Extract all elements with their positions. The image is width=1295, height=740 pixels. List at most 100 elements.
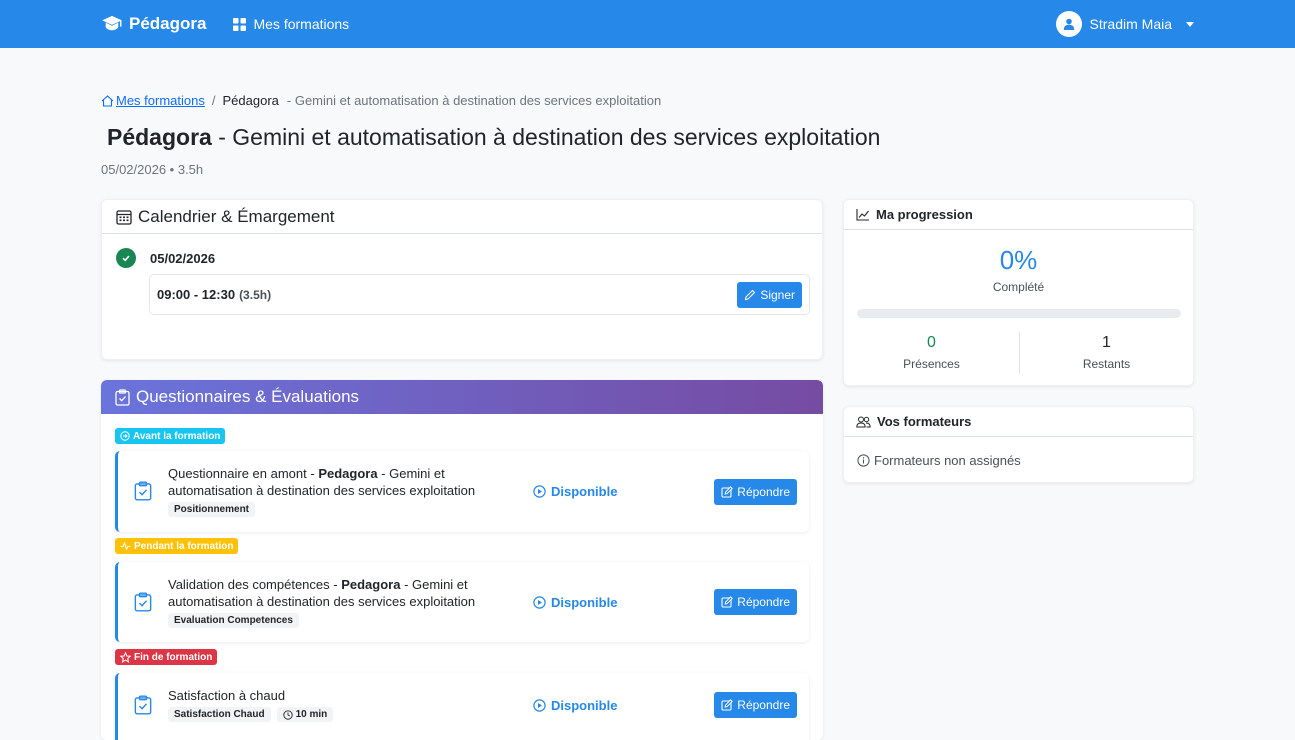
respond-button[interactable]: Répondre bbox=[714, 479, 797, 505]
star-icon bbox=[120, 651, 131, 663]
line-chart-icon bbox=[856, 209, 869, 221]
quiz-item-time-tag: 10 min bbox=[276, 707, 334, 722]
play-circle-icon bbox=[533, 699, 546, 712]
trainers-title: Vos formateurs bbox=[877, 414, 972, 429]
quiz-item-title: Questionnaire en amont - Pedagora - Gemi… bbox=[168, 465, 513, 499]
nav-mes-formations[interactable]: Mes formations bbox=[233, 16, 349, 32]
respond-button-label: Répondre bbox=[737, 698, 790, 712]
trainers-empty-label: Formateurs non assignés bbox=[874, 453, 1021, 468]
page-meta: 05/02/2026 • 3.5h bbox=[101, 162, 204, 177]
user-icon bbox=[1063, 18, 1074, 30]
user-name: Stradim Maia bbox=[1089, 16, 1172, 32]
quiz-item-status: Disponible bbox=[533, 484, 617, 499]
progress-bar bbox=[857, 309, 1181, 318]
progress-title: Ma progression bbox=[876, 207, 973, 222]
check-circle-icon bbox=[116, 248, 136, 268]
brand-name: Pédagora bbox=[129, 14, 207, 33]
breadcrumb-separator: / bbox=[211, 93, 216, 108]
activity-icon bbox=[120, 541, 131, 551]
quiz-item-status-label: Disponible bbox=[551, 698, 618, 713]
quiz-item-status: Disponible bbox=[533, 698, 617, 713]
calendar-header: Calendrier & Émargement bbox=[102, 200, 822, 234]
chevron-down-icon bbox=[1186, 21, 1194, 27]
calendar-icon bbox=[116, 209, 132, 225]
quiz-item-tag: Positionnement bbox=[168, 502, 256, 517]
quiz-item-title-bold: Pedagora bbox=[318, 466, 378, 481]
info-circle-icon bbox=[857, 454, 870, 467]
user-menu[interactable]: Stradim Maia bbox=[1055, 11, 1194, 37]
session-date: 05/02/2026 bbox=[116, 248, 215, 268]
stat-presences: 0 Présences bbox=[844, 334, 1019, 371]
quiz-item-title: Validation des compétences - Pedagora - … bbox=[168, 576, 513, 610]
quiz-item-status: Disponible bbox=[533, 595, 617, 610]
people-icon bbox=[856, 416, 871, 427]
session-date-label: 05/02/2026 bbox=[150, 250, 216, 266]
trainers-card: Vos formateurs Formateurs non assignés bbox=[843, 406, 1194, 483]
respond-button[interactable]: Répondre bbox=[714, 589, 797, 615]
quiz-item-tags: Satisfaction Chaud 10 min bbox=[168, 707, 334, 722]
grid-icon bbox=[233, 17, 247, 31]
slot-duration: (3.5h) bbox=[239, 287, 272, 302]
home-icon bbox=[101, 94, 114, 107]
progress-header: Ma progression bbox=[844, 200, 1193, 230]
clipboard-check-icon bbox=[134, 695, 152, 715]
breadcrumb-rest: - Gemini et automatisation à destination… bbox=[286, 93, 662, 108]
edit-icon bbox=[721, 596, 734, 608]
play-circle-icon bbox=[533, 596, 546, 609]
quiz-item-time: 10 min bbox=[295, 709, 328, 720]
quiz-item-title-bold: Pedagora bbox=[341, 577, 401, 592]
breadcrumb-current: Pédagora bbox=[222, 93, 279, 108]
trainers-header: Vos formateurs bbox=[844, 407, 1193, 437]
play-circle-icon bbox=[533, 485, 546, 498]
page-title-brand: Pédagora bbox=[107, 124, 212, 150]
progress-percent: 0% bbox=[999, 245, 1038, 275]
quiz-item-title-a: Validation des compétences - bbox=[168, 577, 342, 592]
stat-remaining: 1 Restants bbox=[1019, 334, 1193, 371]
arrow-right-circle-icon bbox=[120, 431, 130, 441]
breadcrumb-home-link[interactable]: Mes formations bbox=[101, 93, 205, 108]
pen-icon bbox=[745, 289, 756, 300]
quiz-item: Questionnaire en amont - Pedagora - Gemi… bbox=[115, 451, 809, 532]
top-navbar: Pédagora Mes formations Stradim Maia bbox=[0, 0, 1295, 48]
stat-presences-value: 0 bbox=[927, 334, 936, 351]
progress-card: Ma progression 0% Complété 0 Présences 1… bbox=[843, 199, 1194, 386]
respond-button-label: Répondre bbox=[737, 485, 790, 499]
progress-complete-label: Complété bbox=[992, 280, 1045, 294]
stat-presences-label: Présences bbox=[903, 357, 960, 371]
respond-button[interactable]: Répondre bbox=[714, 692, 797, 718]
sign-button[interactable]: Signer bbox=[737, 281, 802, 308]
graduation-cap-icon bbox=[102, 15, 122, 31]
phase-label: Avant la formation bbox=[133, 430, 221, 442]
clipboard-check-icon bbox=[134, 592, 152, 612]
quiz-item-status-label: Disponible bbox=[551, 595, 618, 610]
phase-badge-during: Pendant la formation bbox=[115, 538, 239, 554]
calendar-title: Calendrier & Émargement bbox=[138, 206, 335, 226]
breadcrumb: Mes formations / Pédagora - Gemini et au… bbox=[101, 93, 661, 108]
edit-icon bbox=[721, 699, 734, 711]
phase-label: Fin de formation bbox=[134, 651, 213, 663]
session-slot: 09:00 - 12:30 (3.5h) Signer bbox=[149, 274, 810, 315]
sign-button-label: Signer bbox=[760, 287, 795, 302]
clipboard-check-icon bbox=[134, 481, 152, 501]
phase-badge-end: Fin de formation bbox=[115, 649, 218, 665]
brand-logo[interactable]: Pédagora bbox=[101, 14, 206, 34]
quiz-item-title-a: Questionnaire en amont - bbox=[168, 466, 319, 481]
respond-button-label: Répondre bbox=[737, 595, 790, 609]
quiz-card: Questionnaires & Évaluations Avant la fo… bbox=[101, 380, 823, 740]
stat-remaining-value: 1 bbox=[1102, 334, 1111, 351]
stat-remaining-label: Restants bbox=[1082, 357, 1131, 371]
nav-link-label: Mes formations bbox=[253, 16, 350, 32]
quiz-header: Questionnaires & Évaluations bbox=[101, 380, 823, 414]
calendar-card: Calendrier & Émargement 05/02/2026 09:00… bbox=[101, 199, 823, 360]
avatar bbox=[1055, 11, 1082, 37]
quiz-item: Satisfaction à chaud Satisfaction Chaud … bbox=[115, 673, 809, 740]
phase-badge-before: Avant la formation bbox=[115, 428, 226, 444]
edit-icon bbox=[721, 486, 734, 498]
quiz-title: Questionnaires & Évaluations bbox=[136, 387, 360, 406]
clock-icon bbox=[282, 709, 293, 720]
breadcrumb-home-label: Mes formations bbox=[116, 93, 205, 108]
quiz-item: Validation des compétences - Pedagora - … bbox=[115, 562, 809, 642]
quiz-item-tag: Satisfaction Chaud bbox=[168, 707, 271, 722]
page-title: Pédagora - Gemini et automatisation à de… bbox=[107, 124, 880, 151]
phase-label: Pendant la formation bbox=[134, 540, 234, 552]
